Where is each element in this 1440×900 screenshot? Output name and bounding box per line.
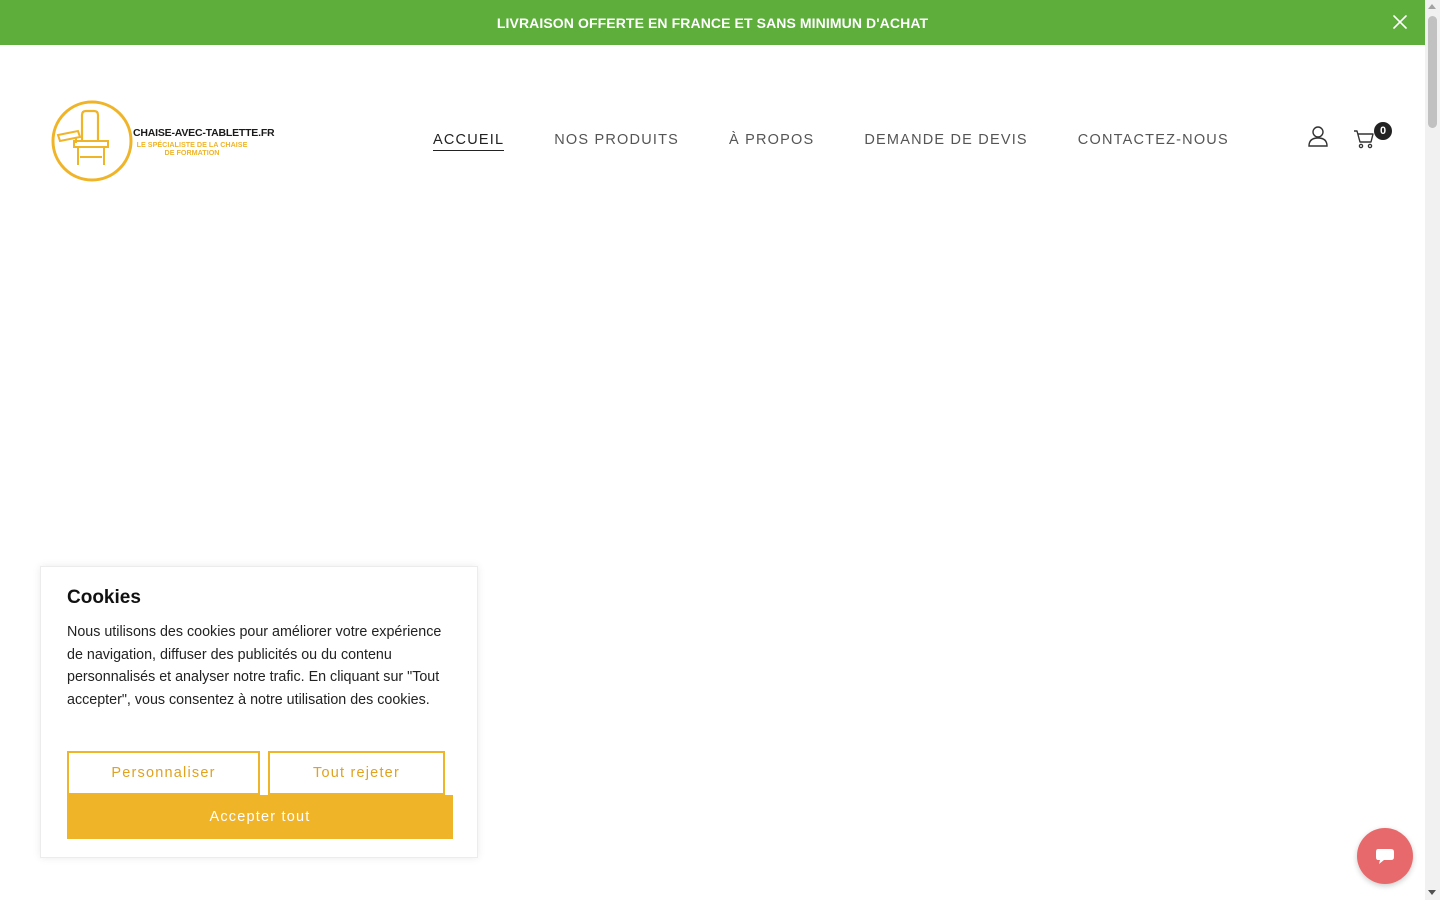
customize-button[interactable]: Personnaliser [67,751,260,795]
nav-item-accueil[interactable]: ACCUEIL [433,132,505,151]
logo-tagline: LE SPÉCIALISTE DE LA CHAISE DE FORMATION [136,140,248,157]
announcement-bar: LIVRAISON OFFERTE EN FRANCE ET SANS MINI… [0,0,1425,45]
close-icon[interactable] [1391,13,1409,31]
nav-item-contactez-nous[interactable]: CONTACTEZ-NOUS [1078,132,1229,150]
chair-logo-icon [51,100,133,182]
scroll-up-arrow-icon[interactable] [1428,4,1436,9]
logo-text: CHAISE-AVEC-TABLETTE.FR LE SPÉCIALISTE D… [133,127,283,157]
chat-icon [1376,849,1394,864]
announcement-text: LIVRAISON OFFERTE EN FRANCE ET SANS MINI… [496,14,929,31]
user-icon[interactable] [1308,125,1328,147]
nav-item-nos-produits[interactable]: NOS PRODUITS [554,132,679,150]
site-header: CHAISE-AVEC-TABLETTE.FR LE SPÉCIALISTE D… [0,45,1425,235]
logo-name: CHAISE-AVEC-TABLETTE.FR [133,127,275,139]
nav-item-demande-de-devis[interactable]: DEMANDE DE DEVIS [864,132,1027,150]
nav-item-a-propos[interactable]: À PROPOS [729,132,814,150]
scroll-down-arrow-icon[interactable] [1428,890,1436,895]
cookie-title: Cookies [67,587,141,608]
site-logo[interactable]: CHAISE-AVEC-TABLETTE.FR LE SPÉCIALISTE D… [50,99,280,183]
cookie-banner: Cookies Nous utilisons des cookies pour … [40,566,478,858]
page-scrollbar[interactable] [1425,0,1440,900]
cart-count-badge: 0 [1374,122,1392,140]
cart-icon[interactable] [1353,129,1375,149]
cookie-text: Nous utilisons des cookies pour améliore… [67,624,442,708]
main-nav: ACCUEIL NOS PRODUITS À PROPOS DEMANDE DE… [433,131,1279,151]
accept-all-button[interactable]: Accepter tout [67,795,453,839]
scroll-thumb[interactable] [1428,16,1437,128]
chat-button[interactable] [1357,828,1413,884]
reject-all-button[interactable]: Tout rejeter [268,751,445,795]
